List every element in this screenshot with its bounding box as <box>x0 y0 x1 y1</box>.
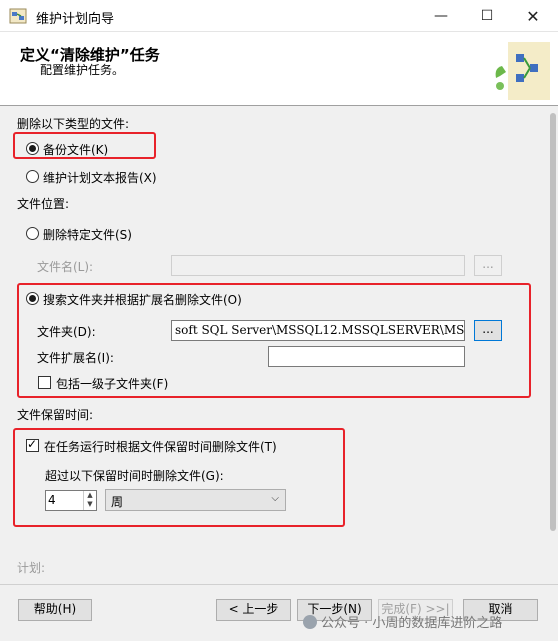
help-button[interactable]: 帮助(H) <box>18 599 92 621</box>
wechat-icon <box>303 615 317 629</box>
report-files-label[interactable]: 维护计划文本报告(X) <box>43 169 157 186</box>
close-button[interactable]: ✕ <box>510 0 556 32</box>
minimize-button[interactable]: — <box>418 0 464 32</box>
highlight-box-backup <box>13 132 156 159</box>
highlight-box-retention <box>13 428 345 527</box>
retention-label: 文件保留时间: <box>17 408 94 422</box>
maximize-button[interactable]: ☐ <box>464 0 510 32</box>
watermark: 公众号 · 小周的数据库进阶之路 <box>303 612 502 631</box>
window-title: 维护计划向导 <box>36 12 115 27</box>
delete-type-label: 删除以下类型的文件: <box>17 117 130 131</box>
specific-file-label[interactable]: 删除特定文件(S) <box>43 226 132 243</box>
report-files-radio[interactable] <box>26 170 39 183</box>
specific-file-radio[interactable] <box>26 227 39 240</box>
wizard-banner-icon <box>495 42 550 100</box>
scrollbar-thumb[interactable] <box>550 113 556 531</box>
title-bar: 维护计划向导 — ☐ ✕ <box>0 0 558 32</box>
highlight-box-folder <box>17 283 531 398</box>
page-subtitle: 配置维护任务。 <box>40 63 125 77</box>
back-button[interactable]: < 上一步 <box>216 599 291 621</box>
file-browse-button[interactable]: ... <box>474 255 502 276</box>
wizard-header: 定义“清除维护”任务 配置维护任务。 <box>0 32 558 106</box>
footer-divider <box>0 584 558 585</box>
wizard-content: 删除以下类型的文件: 备份文件(K) 维护计划文本报告(X) 文件位置: 删除特… <box>0 107 548 584</box>
vertical-scrollbar[interactable] <box>548 107 558 584</box>
file-location-label: 文件位置: <box>17 197 70 211</box>
maintenance-plan-icon <box>9 8 27 24</box>
schedule-label: 计划: <box>17 561 46 575</box>
file-name-input[interactable] <box>171 255 465 276</box>
watermark-text: 公众号 · 小周的数据库进阶之路 <box>321 616 503 631</box>
file-name-label: 文件名(L): <box>37 260 94 274</box>
